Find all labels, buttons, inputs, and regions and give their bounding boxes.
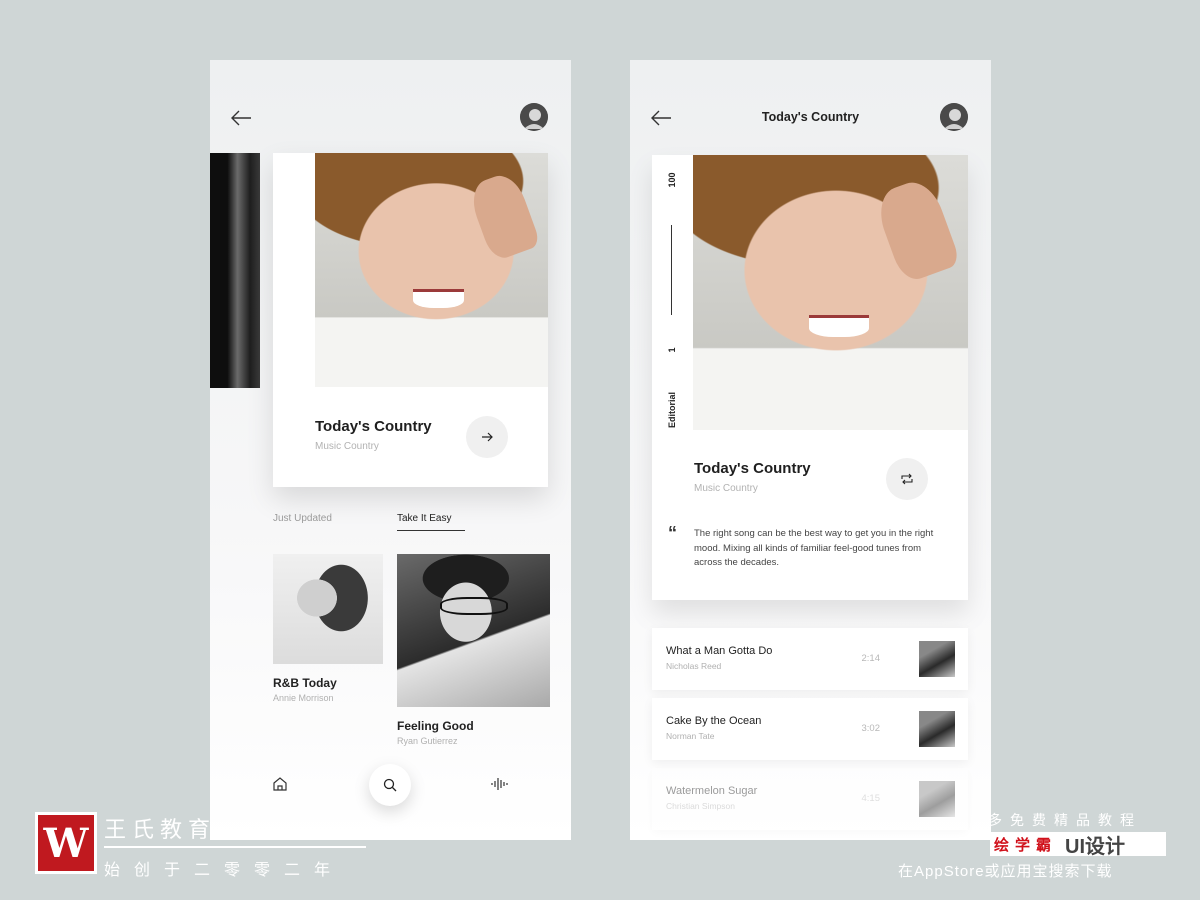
tab-just-updated[interactable]: Just Updated bbox=[273, 513, 332, 530]
repeat-icon bbox=[901, 473, 913, 485]
track-row[interactable]: Watermelon Sugar Christian Simpson 4:15 bbox=[652, 768, 968, 830]
playlist-detail-screen: Today's Country 100 1 Editorial Today's … bbox=[630, 60, 991, 840]
home-icon[interactable] bbox=[270, 774, 290, 794]
track-artist: Christian Simpson bbox=[666, 801, 735, 811]
track-title: Cake By the Ocean bbox=[666, 715, 762, 727]
track-artist: Norman Tate bbox=[666, 731, 715, 741]
playlist-title: Today's Country bbox=[694, 460, 811, 477]
brand-slogan: 始创于二零零二年 bbox=[104, 862, 345, 879]
category-label: Editorial bbox=[667, 392, 677, 429]
feeling-good-cover[interactable] bbox=[397, 554, 550, 707]
track-thumbnail bbox=[919, 711, 955, 747]
track-title: What a Man Gotta Do bbox=[666, 645, 773, 657]
user-avatar[interactable] bbox=[940, 103, 968, 131]
track-duration: 4:15 bbox=[861, 793, 881, 804]
featured-title: Today's Country bbox=[315, 418, 432, 435]
playlist-cover-photo bbox=[693, 155, 968, 430]
promo-download-line: 在AppStore或应用宝搜索下载 bbox=[898, 863, 1113, 880]
item-artist: Annie Morrison bbox=[273, 693, 334, 703]
user-avatar[interactable] bbox=[520, 103, 548, 131]
featured-playlist-card[interactable]: Today's Country Music Country bbox=[273, 153, 548, 487]
playlist-subtitle: Music Country bbox=[694, 483, 758, 494]
promo-line: 多免费精品教程 bbox=[988, 812, 1142, 828]
rnb-today-cover[interactable] bbox=[273, 554, 383, 664]
tab-take-it-easy[interactable]: Take It Easy bbox=[397, 513, 465, 531]
brand-logo: W bbox=[35, 812, 97, 874]
search-icon bbox=[383, 778, 397, 792]
track-row[interactable]: What a Man Gotta Do Nicholas Reed 2:14 bbox=[652, 628, 968, 690]
promo-brand: 绘学霸 bbox=[994, 836, 1058, 854]
item-title[interactable]: R&B Today bbox=[273, 676, 337, 690]
header-title: Today's Country bbox=[761, 110, 860, 124]
count-total-label: 100 bbox=[667, 172, 677, 188]
playlist-browse-screen: Today's Country Music Country Just Updat… bbox=[210, 60, 571, 840]
track-row[interactable]: Cake By the Ocean Norman Tate 3:02 bbox=[652, 698, 968, 760]
promo-badge: 绘学霸 UI设计 bbox=[990, 832, 1166, 858]
track-duration: 2:14 bbox=[861, 653, 881, 664]
playlist-description: The right song can be the best way to ge… bbox=[694, 528, 934, 568]
count-current-label: 1 bbox=[667, 347, 677, 353]
featured-cover-photo bbox=[315, 153, 548, 387]
open-playlist-button[interactable] bbox=[466, 416, 508, 458]
repeat-button[interactable] bbox=[886, 458, 928, 500]
brand-name: 王氏教育 bbox=[104, 817, 217, 842]
bottom-navigation bbox=[210, 750, 571, 840]
track-thumbnail bbox=[919, 781, 955, 817]
item-title[interactable]: Feeling Good bbox=[397, 719, 474, 733]
playlist-detail-card: 100 1 Editorial Today's Country Music Co… bbox=[652, 155, 968, 600]
track-duration: 3:02 bbox=[861, 723, 881, 734]
track-title: Watermelon Sugar bbox=[666, 785, 758, 797]
back-arrow-icon[interactable] bbox=[230, 108, 252, 128]
quote-mark: “ bbox=[668, 523, 677, 543]
track-artist: Nicholas Reed bbox=[666, 661, 722, 671]
audio-wave-icon[interactable] bbox=[489, 774, 511, 794]
arrow-right-icon bbox=[482, 432, 493, 442]
track-thumbnail bbox=[919, 641, 955, 677]
progress-line bbox=[671, 225, 672, 315]
promo-category: UI设计 bbox=[1065, 835, 1126, 858]
item-artist: Ryan Gutierrez bbox=[397, 736, 458, 746]
featured-subtitle: Music Country bbox=[315, 441, 379, 452]
side-playlist-photo[interactable] bbox=[210, 153, 260, 388]
brand-divider bbox=[104, 846, 366, 848]
search-button[interactable] bbox=[369, 764, 411, 806]
